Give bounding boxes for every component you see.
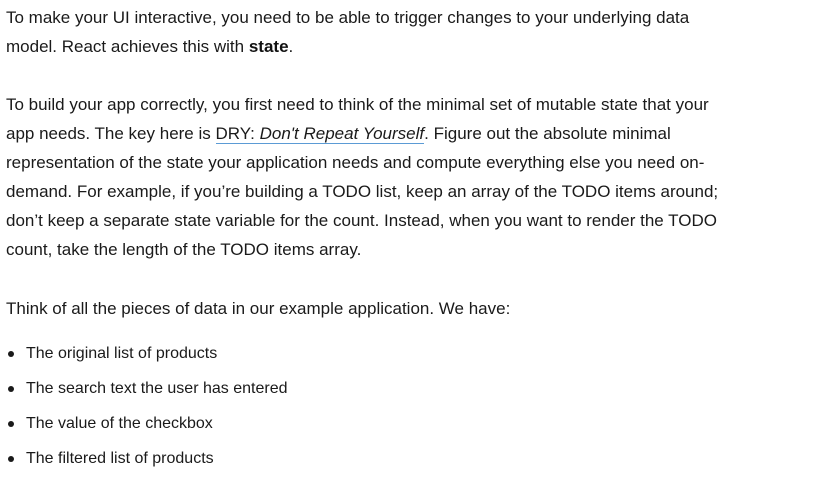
dry-link-prefix: DRY: [215,124,260,143]
data-pieces-list: The original list of products The search… [6,341,287,481]
bullet-icon [8,456,14,462]
bullet-icon [8,386,14,392]
paragraph-intro-end: . [288,37,294,56]
paragraph-dry: To build your app correctly, you first n… [6,90,726,264]
list-item-label: The search text the user has entered [26,380,288,397]
list-item-label: The value of the checkbox [26,415,213,432]
list-item: The original list of products [6,341,287,376]
bullet-icon [8,351,14,357]
list-item: The filtered list of products [6,446,287,481]
state-keyword: state [248,37,289,56]
list-item: The value of the checkbox [6,411,287,446]
list-item-label: The filtered list of products [26,450,214,467]
paragraph-data-pieces-text: Think of all the pieces of data in our e… [6,299,511,318]
list-item: The search text the user has entered [6,376,287,411]
dry-link[interactable]: DRY: Don't Repeat Yourself [215,124,425,144]
paragraph-intro-text: To make your UI interactive, you need to… [6,8,690,56]
bullet-icon [8,421,14,427]
list-item-label: The original list of products [26,345,218,362]
dry-link-italic: Don't Repeat Yourself [259,124,425,143]
paragraph-intro: To make your UI interactive, you need to… [6,3,726,61]
paragraph-data-pieces: Think of all the pieces of data in our e… [6,294,726,323]
paragraph-dry-rest: . Figure out the absolute minimal repres… [6,124,719,259]
